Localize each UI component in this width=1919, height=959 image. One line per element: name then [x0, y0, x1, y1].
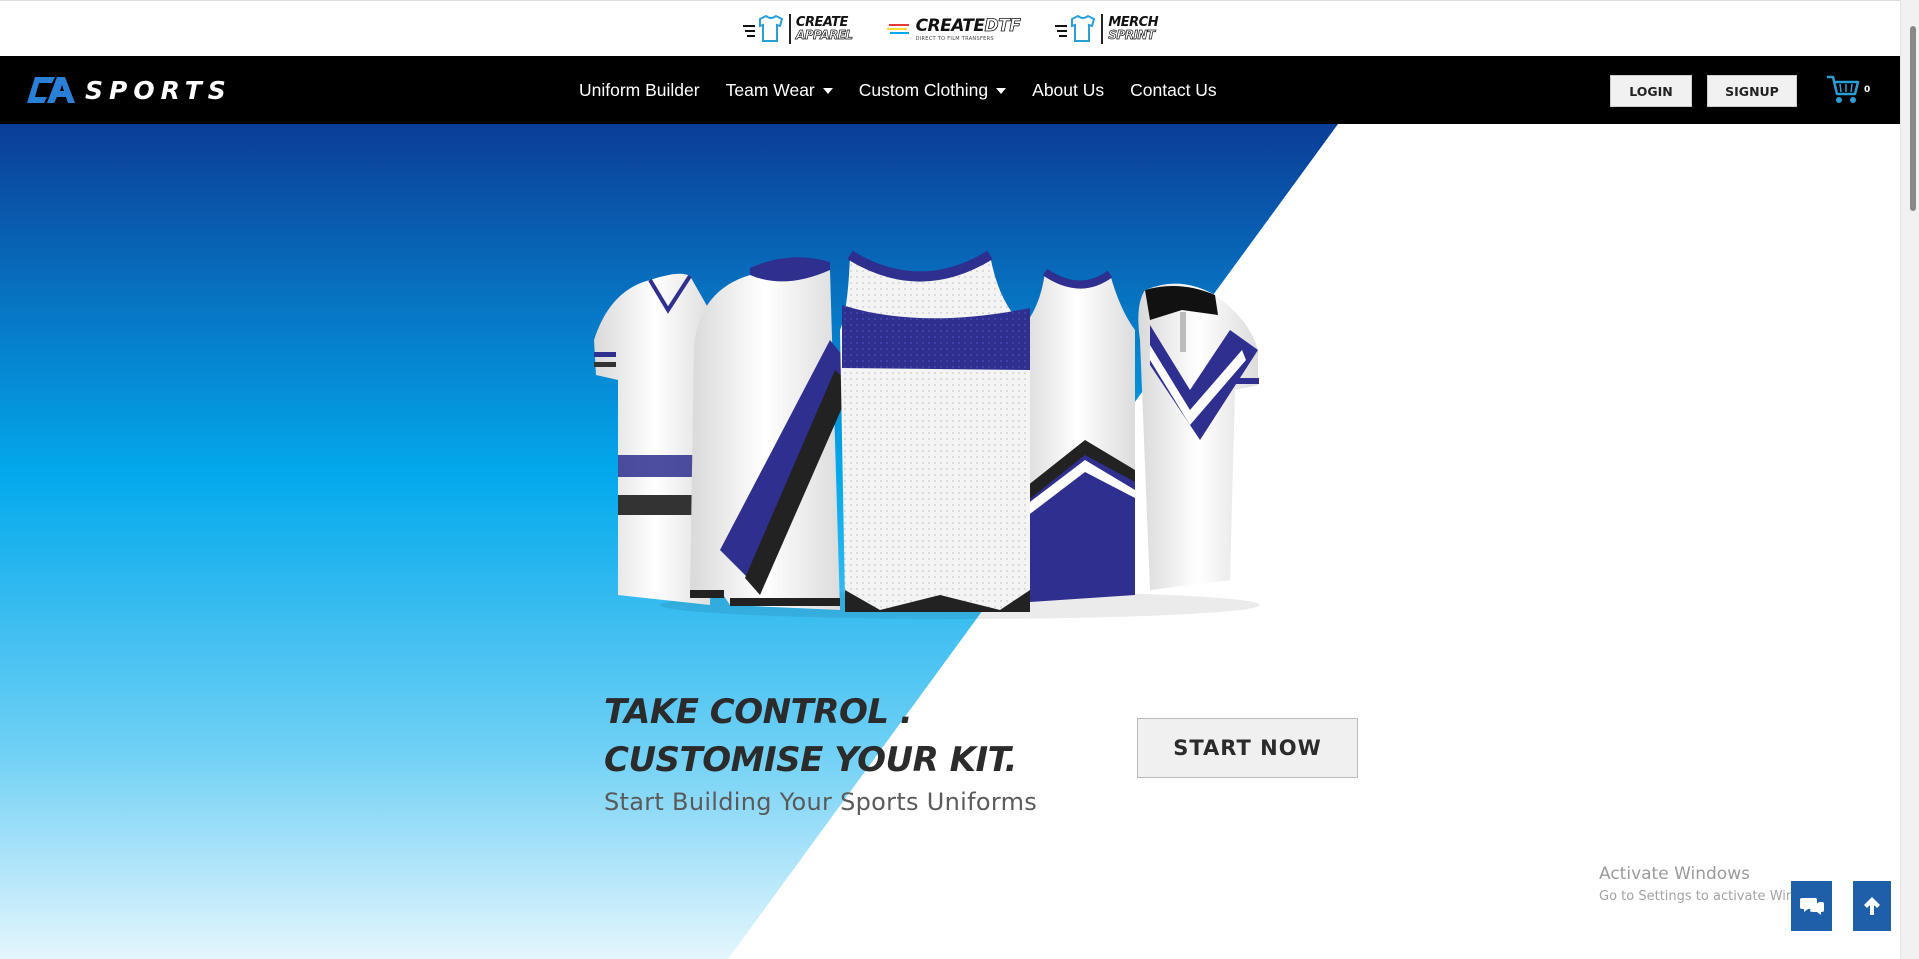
jersey-chevron-singlet	[1020, 268, 1135, 602]
page: CREATE APPAREL CREATEDTF DIRECT TO FILM …	[0, 0, 1919, 959]
color-bars-icon	[886, 23, 909, 34]
nav-links: Uniform Builder Team Wear Custom Clothin…	[579, 56, 1217, 124]
nav-uniform-builder[interactable]: Uniform Builder	[579, 80, 700, 101]
brand-word1: CREATE	[915, 15, 985, 36]
hero-section: TAKE CONTROL . CUSTOMISE YOUR KIT. Start…	[0, 124, 1900, 959]
nav-link-label: Custom Clothing	[858, 79, 989, 100]
main-navbar: SPORTS Uniform Builder Team Wear Custom …	[0, 56, 1900, 124]
cart-icon	[1827, 75, 1860, 103]
ca-logo-mark	[27, 77, 75, 103]
nav-team-wear-dropdown[interactable]: Team Wear	[726, 80, 833, 101]
chat-button[interactable]	[1791, 881, 1832, 931]
caret-down-icon	[822, 87, 833, 94]
hero-subheadline: Start Building Your Sports Uniforms	[604, 788, 1038, 816]
nav-link-label: Contact Us	[1130, 79, 1217, 100]
brand-tagline: DIRECT TO FILM TRANSFERS	[915, 35, 994, 42]
nav-contact-us[interactable]: Contact Us	[1130, 80, 1217, 101]
tshirt-icon	[1055, 14, 1096, 42]
brand-line2: APPAREL	[795, 27, 854, 42]
headline-line2: CUSTOMISE YOUR KIT.	[604, 740, 1017, 780]
cart-count: 0	[1864, 85, 1871, 95]
site-logo[interactable]: SPORTS	[27, 75, 232, 105]
site-logo-text: SPORTS	[85, 75, 232, 105]
create-dtf-logo[interactable]: CREATEDTF DIRECT TO FILM TRANSFERS	[886, 15, 1022, 42]
merch-sprint-logo[interactable]: MERCH SPRINT	[1054, 13, 1159, 44]
nav-custom-clothing-dropdown[interactable]: Custom Clothing	[858, 79, 1007, 101]
jerseys-hero-image	[594, 250, 1260, 619]
nav-about-us[interactable]: About Us	[1032, 80, 1104, 101]
arrow-up-icon	[1864, 897, 1880, 915]
hero-headline: TAKE CONTROL . CUSTOMISE YOUR KIT.	[604, 688, 1017, 784]
tshirt-icon	[742, 14, 784, 42]
create-apparel-logo[interactable]: CREATE APPAREL	[742, 13, 854, 44]
divider	[788, 13, 791, 44]
jersey-mesh-singlet	[840, 250, 1030, 612]
login-button[interactable]: LOGIN	[1610, 75, 1692, 107]
nav-link-label: About Us	[1032, 79, 1105, 100]
brand-line2: SPRINT	[1108, 27, 1156, 42]
page-scrollbar[interactable]	[1900, 0, 1919, 959]
create-dtf-text: CREATEDTF DIRECT TO FILM TRANSFERS	[915, 15, 1022, 42]
chat-icon	[1799, 898, 1824, 915]
merch-sprint-text: MERCH SPRINT	[1108, 14, 1159, 42]
nav-link-label: Uniform Builder	[579, 79, 700, 100]
scrollbar-thumb[interactable]	[1910, 26, 1916, 211]
jersey-polo	[1138, 283, 1259, 590]
jersey-long-sleeve	[690, 257, 852, 610]
create-dtf-wordmark: CREATEDTF	[915, 15, 1022, 36]
brand-line1: MERCH	[1108, 14, 1159, 30]
brand-line1: CREATE	[795, 14, 848, 30]
cart-button[interactable]: 0	[1826, 74, 1870, 106]
create-apparel-text: CREATE APPAREL	[795, 14, 854, 42]
caret-down-icon	[996, 87, 1007, 94]
brand-word2: DTF	[984, 15, 1021, 36]
start-now-button[interactable]: START NOW	[1137, 718, 1358, 778]
nav-link-label: Team Wear	[725, 79, 815, 100]
signup-button[interactable]: SIGNUP	[1707, 75, 1797, 107]
brand-strip: CREATE APPAREL CREATEDTF DIRECT TO FILM …	[0, 0, 1900, 56]
divider	[1101, 13, 1104, 44]
scroll-to-top-button[interactable]	[1853, 881, 1891, 931]
activate-windows-title: Activate Windows	[1599, 864, 1750, 884]
headline-line1: TAKE CONTROL .	[604, 692, 913, 732]
